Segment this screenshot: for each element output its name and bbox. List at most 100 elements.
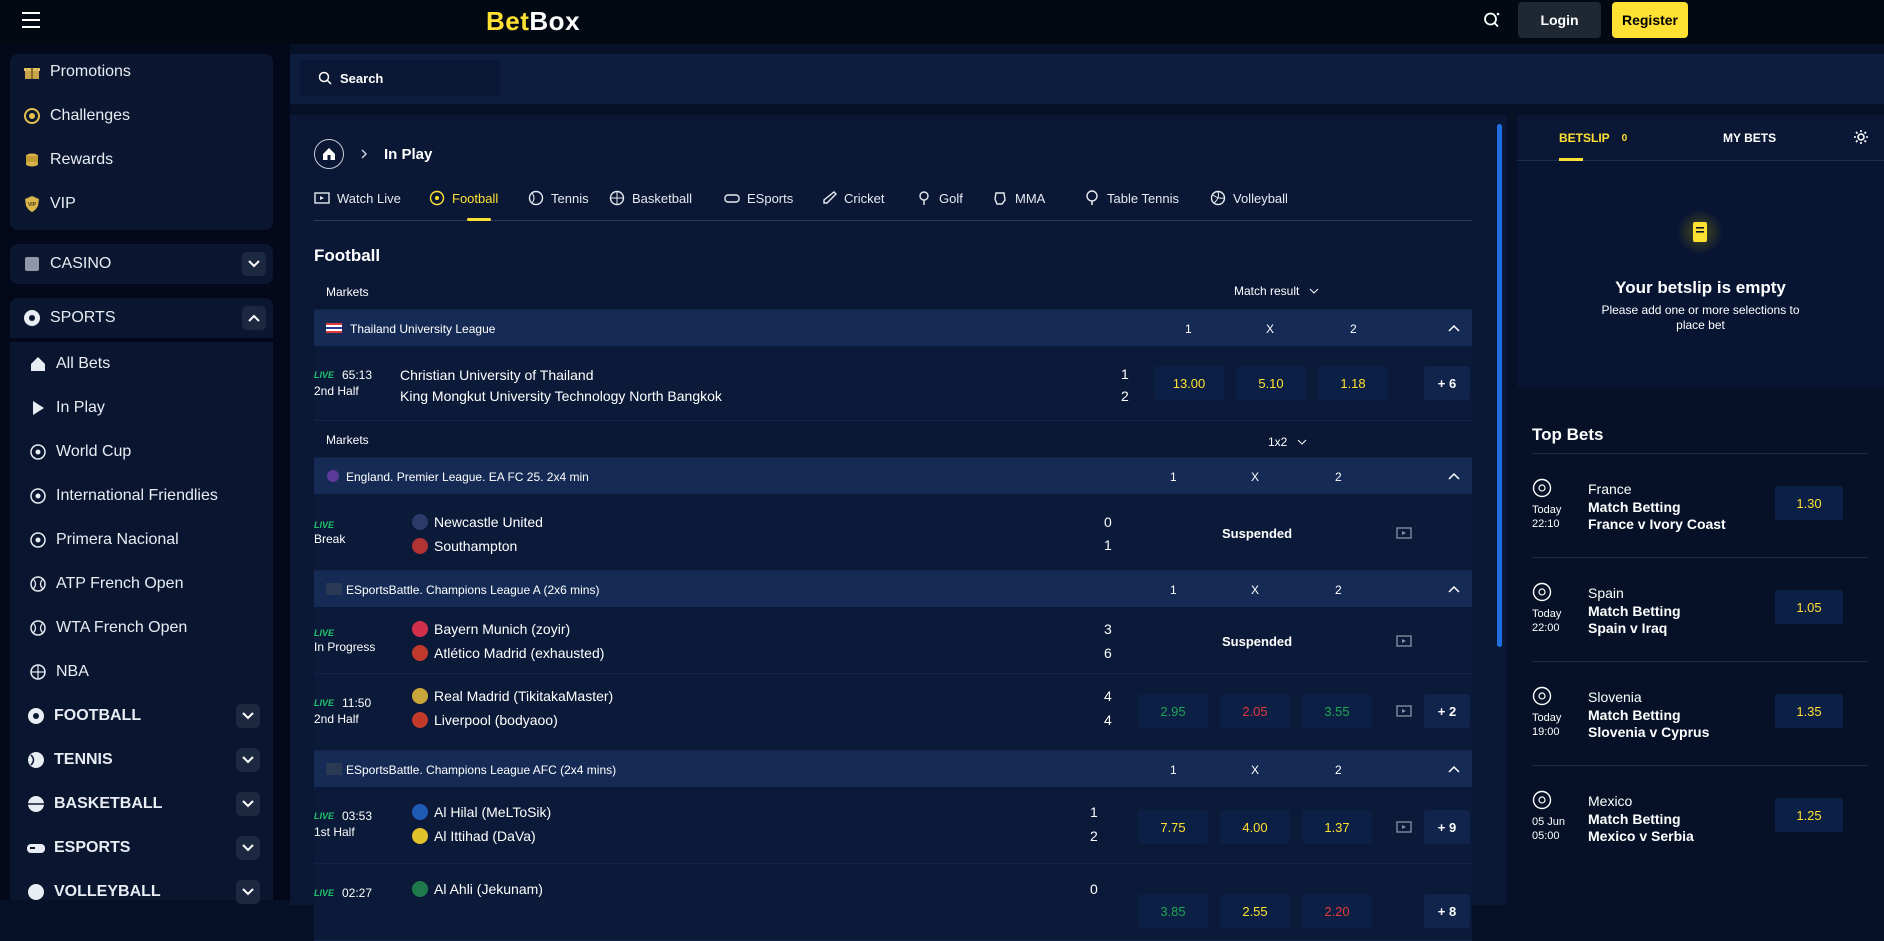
sidebar-item-all-bets[interactable]: All Bets xyxy=(28,354,110,374)
basketball-icon xyxy=(609,190,625,206)
match-row[interactable]: LIVE In Progress Bayern Munich (zoyir) A… xyxy=(314,607,1472,674)
sidebar-group-esports[interactable]: ESPORTS xyxy=(26,838,130,858)
sidebar-group-basketball[interactable]: BASKETBALL xyxy=(26,794,162,814)
match-row[interactable]: LIVE 03:53 1st Half Al Hilal (MeLToSik) … xyxy=(314,787,1472,864)
tab-volleyball[interactable]: Volleyball xyxy=(1210,187,1288,209)
sidebar-item-vip[interactable]: VIP VIP xyxy=(22,194,76,214)
more-markets-button[interactable]: + 6 xyxy=(1424,366,1470,400)
content-scrollbar[interactable] xyxy=(1497,124,1502,647)
football-icon xyxy=(1532,686,1552,706)
tab-football[interactable]: Football xyxy=(429,187,498,221)
top-bet-odd-button[interactable]: 1.35 xyxy=(1775,694,1843,728)
odd-1-button[interactable]: 3.85 xyxy=(1138,894,1208,928)
sidebar-item-nba[interactable]: NBA xyxy=(28,662,89,682)
sidebar-sports[interactable]: SPORTS xyxy=(10,298,273,338)
search-input[interactable]: Search xyxy=(300,60,500,96)
tab-basketball[interactable]: Basketball xyxy=(609,187,692,209)
casino-icon xyxy=(22,254,42,274)
chevron-up-icon[interactable] xyxy=(1448,585,1460,593)
odd-1-button[interactable]: 13.00 xyxy=(1154,366,1224,400)
chevron-up-icon[interactable] xyxy=(1448,324,1460,332)
top-bet-odd-button[interactable]: 1.25 xyxy=(1775,798,1843,832)
sidebar-group-volleyball[interactable]: VOLLEYBALL xyxy=(26,882,161,902)
tab-golf[interactable]: Golf xyxy=(916,187,963,209)
sidebar-item-rewards[interactable]: Rewards xyxy=(22,150,113,170)
chevron-up-icon[interactable] xyxy=(242,306,266,330)
match-row[interactable]: LIVE Break Newcastle United Southampton … xyxy=(314,494,1472,571)
sidebar-item-atp-french-open[interactable]: ATP French Open xyxy=(28,574,183,594)
odd-2-button[interactable]: 1.37 xyxy=(1302,810,1372,844)
odd-x-button[interactable]: 4.00 xyxy=(1220,810,1290,844)
league-header[interactable]: England. Premier League. EA FC 25. 2x4 m… xyxy=(314,458,1472,494)
search-icon[interactable] xyxy=(1482,10,1502,30)
league-header[interactable]: Thailand University League 1 X 2 xyxy=(314,310,1472,346)
tab-esports[interactable]: ESports xyxy=(724,187,793,209)
sidebar-casino[interactable]: CASINO xyxy=(10,244,273,284)
match-row[interactable]: LIVE 65:13 2nd Half Christian University… xyxy=(314,346,1472,421)
chevron-down-icon[interactable] xyxy=(242,252,266,276)
login-button[interactable]: Login xyxy=(1518,2,1601,38)
odd-2-button[interactable]: 1.18 xyxy=(1318,366,1388,400)
svg-text:VIP: VIP xyxy=(28,202,37,208)
chevron-down-icon[interactable] xyxy=(236,792,260,816)
odd-x-button[interactable]: 2.05 xyxy=(1220,694,1290,728)
team-crest-icon xyxy=(412,828,428,844)
home-button[interactable] xyxy=(314,139,344,169)
gear-icon[interactable] xyxy=(1853,129,1869,145)
top-bet-item[interactable]: Today 19:00 Slovenia Match Betting Slove… xyxy=(1532,661,1868,765)
league-header[interactable]: ESportsBattle. Champions League AFC (2x4… xyxy=(314,751,1472,787)
more-markets-button[interactable]: + 8 xyxy=(1424,894,1470,928)
more-markets-button[interactable]: + 9 xyxy=(1424,810,1470,844)
play-icon xyxy=(28,398,48,418)
tennis-icon xyxy=(528,190,544,206)
top-bet-odd-button[interactable]: 1.05 xyxy=(1775,590,1843,624)
tv-icon[interactable] xyxy=(1396,635,1412,647)
tab-watch-live[interactable]: Watch Live xyxy=(314,187,401,209)
register-button[interactable]: Register xyxy=(1612,2,1688,38)
top-bet-item[interactable]: Today 22:00 Spain Match Betting Spain v … xyxy=(1532,557,1868,661)
tab-tennis[interactable]: Tennis xyxy=(528,187,589,209)
top-bet-item[interactable]: Today 22:10 France Match Betting France … xyxy=(1532,453,1868,557)
match-row[interactable]: LIVE 02:27 Al Ahli (Jekunam) 0 3.85 2.55… xyxy=(314,864,1472,941)
more-markets-button[interactable]: + 2 xyxy=(1424,694,1470,728)
top-bet-item[interactable]: 05 Jun 05:00 Mexico Match Betting Mexico… xyxy=(1532,765,1868,869)
odd-2-button[interactable]: 2.20 xyxy=(1302,894,1372,928)
odd-x-button[interactable]: 5.10 xyxy=(1236,366,1306,400)
tab-my-bets[interactable]: MY BETS xyxy=(1723,131,1776,145)
top-bet-odd-button[interactable]: 1.30 xyxy=(1775,486,1843,520)
tv-icon[interactable] xyxy=(1396,527,1412,539)
odd-x-button[interactable]: 2.55 xyxy=(1220,894,1290,928)
sidebar-item-primera-nacional[interactable]: Primera Nacional xyxy=(28,530,179,550)
menu-icon[interactable] xyxy=(22,12,40,28)
match-row[interactable]: LIVE 11:50 2nd Half Real Madrid (Tikitak… xyxy=(314,674,1472,751)
sidebar-group-football[interactable]: FOOTBALL xyxy=(26,706,141,726)
sidebar-item-promotions[interactable]: Promotions xyxy=(22,62,131,82)
tv-icon[interactable] xyxy=(1396,705,1412,717)
tv-icon[interactable] xyxy=(1396,821,1412,833)
chevron-down-icon[interactable] xyxy=(236,748,260,772)
tab-cricket[interactable]: Cricket xyxy=(821,187,884,209)
market-select[interactable]: 1x2 xyxy=(1268,435,1307,449)
odd-1-button[interactable]: 7.75 xyxy=(1138,810,1208,844)
chevron-down-icon[interactable] xyxy=(236,704,260,728)
chevron-up-icon[interactable] xyxy=(1448,472,1460,480)
chevron-up-icon[interactable] xyxy=(1448,765,1460,773)
tab-betslip[interactable]: BETSLIP 0 xyxy=(1559,131,1632,145)
sidebar-item-in-play[interactable]: In Play xyxy=(28,398,105,418)
house-icon xyxy=(323,148,335,160)
market-select[interactable]: Match result xyxy=(1234,284,1319,298)
odd-1-button[interactable]: 2.95 xyxy=(1138,694,1208,728)
logo[interactable]: BetBox xyxy=(486,6,580,37)
tab-mma[interactable]: MMA xyxy=(992,187,1045,209)
sidebar-item-challenges[interactable]: Challenges xyxy=(22,106,130,126)
chevron-down-icon[interactable] xyxy=(236,836,260,860)
sidebar-item-wta-french-open[interactable]: WTA French Open xyxy=(28,618,187,638)
betslip-body: Your betslip is empty Please add one or … xyxy=(1517,161,1884,388)
sidebar-item-international-friendlies[interactable]: International Friendlies xyxy=(28,486,218,506)
sidebar-item-world-cup[interactable]: World Cup xyxy=(28,442,131,462)
odd-2-button[interactable]: 3.55 xyxy=(1302,694,1372,728)
chevron-down-icon[interactable] xyxy=(236,880,260,904)
league-header[interactable]: ESportsBattle. Champions League A (2x6 m… xyxy=(314,571,1472,607)
tab-table-tennis[interactable]: Table Tennis xyxy=(1084,187,1179,209)
sidebar-group-tennis[interactable]: TENNIS xyxy=(26,750,113,770)
